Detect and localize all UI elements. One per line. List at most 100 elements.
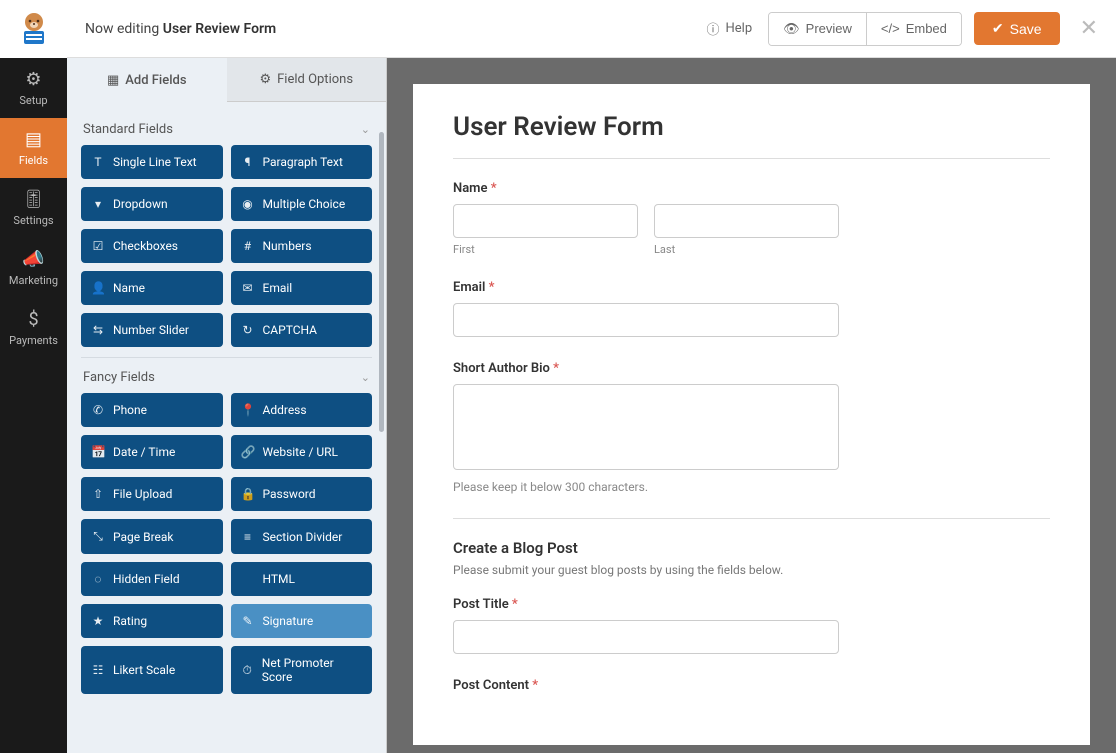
save-button[interactable]: ✔ Save	[974, 12, 1060, 45]
field-post-title[interactable]: Post Title *	[453, 597, 1050, 654]
field-type-date-time[interactable]: 📅Date / Time	[81, 435, 223, 469]
field-type-hidden-field[interactable]: ◌Hidden Field	[81, 562, 223, 596]
help-icon: ⓘ	[706, 19, 719, 38]
input-last-name[interactable]	[654, 204, 839, 238]
field-icon: ≡	[241, 530, 255, 544]
left-nav-rail: ⚙Setup▤Fields🎚Settings📣Marketing$Payment…	[0, 0, 67, 753]
field-icon: ⇧	[91, 487, 105, 501]
rail-setup[interactable]: ⚙Setup	[0, 58, 67, 118]
field-type-address[interactable]: 📍Address	[231, 393, 373, 427]
field-icon: ★	[91, 614, 105, 628]
field-icon: ▾	[91, 197, 105, 211]
input-bio[interactable]	[453, 384, 839, 470]
section-header[interactable]: Fancy Fields⌄	[81, 358, 372, 393]
field-type-name[interactable]: 👤Name	[81, 271, 223, 305]
bullhorn-icon: 📣	[22, 249, 44, 270]
field-post-content[interactable]: Post Content *	[453, 678, 1050, 693]
field-name[interactable]: Name * First Last	[453, 181, 1050, 256]
field-icon: ↻	[241, 323, 255, 337]
help-link[interactable]: ⓘ Help	[706, 19, 752, 38]
field-icon: ¶	[241, 155, 255, 169]
field-type-signature[interactable]: ✎Signature	[231, 604, 373, 638]
field-icon: 📅	[91, 445, 105, 459]
form-title: User Review Form	[453, 112, 1050, 159]
code-icon: </>	[881, 21, 900, 36]
section-desc: Please submit your guest blog posts by u…	[453, 563, 1050, 577]
sublabel-last: Last	[654, 243, 839, 256]
gear-icon: ⚙	[25, 69, 41, 90]
sliders-icon: ⚙	[259, 72, 271, 87]
field-icon: ⇆	[91, 323, 105, 337]
rail-marketing[interactable]: 📣Marketing	[0, 238, 67, 298]
tab-add-fields[interactable]: ▦ Add Fields	[67, 58, 227, 102]
field-type-likert-scale[interactable]: ☷Likert Scale	[81, 646, 223, 694]
input-email[interactable]	[453, 303, 839, 337]
field-icon: 📍	[241, 403, 255, 417]
eye-icon: 👁	[783, 21, 800, 37]
field-type-captcha[interactable]: ↻CAPTCHA	[231, 313, 373, 347]
field-type-multiple-choice[interactable]: ◉Multiple Choice	[231, 187, 373, 221]
field-type-number-slider[interactable]: ⇆Number Slider	[81, 313, 223, 347]
editing-label: Now editing User Review Form	[85, 21, 276, 37]
field-type-checkboxes[interactable]: ☑Checkboxes	[81, 229, 223, 263]
logo	[0, 0, 67, 58]
field-icon: 👤	[91, 281, 105, 295]
input-first-name[interactable]	[453, 204, 638, 238]
preview-embed-group: 👁 Preview </> Embed	[768, 12, 962, 46]
input-post-title[interactable]	[453, 620, 839, 654]
embed-button[interactable]: </> Embed	[866, 13, 961, 45]
field-type-net-promoter-score[interactable]: ⏱Net Promoter Score	[231, 646, 373, 694]
section-create-blog[interactable]: Create a Blog Post Please submit your gu…	[453, 518, 1050, 577]
rail-settings[interactable]: 🎚Settings	[0, 178, 67, 238]
field-type-html[interactable]: HTML	[231, 562, 373, 596]
field-type-numbers[interactable]: #Numbers	[231, 229, 373, 263]
close-button[interactable]: ✕	[1080, 16, 1098, 41]
field-bio[interactable]: Short Author Bio * Please keep it below …	[453, 361, 1050, 494]
section-title: Create a Blog Post	[453, 539, 1050, 557]
brand-logo-icon	[16, 11, 52, 47]
field-type-file-upload[interactable]: ⇧File Upload	[81, 477, 223, 511]
form-canvas: User Review Form Name * First Last	[413, 84, 1090, 745]
field-type-website-url[interactable]: 🔗Website / URL	[231, 435, 373, 469]
grid-icon: ▦	[107, 73, 119, 88]
field-icon: 🔒	[241, 487, 255, 501]
field-type-phone[interactable]: ✆Phone	[81, 393, 223, 427]
field-type-section-divider[interactable]: ≡Section Divider	[231, 519, 373, 554]
panel-scrollbar[interactable]	[378, 102, 386, 753]
field-icon: ◉	[241, 197, 255, 211]
field-type-page-break[interactable]: ⤡Page Break	[81, 519, 223, 554]
list-icon: ▤	[25, 129, 42, 150]
field-icon: ⤡	[91, 529, 105, 544]
field-icon: #	[241, 239, 255, 253]
field-icon: ✆	[91, 403, 105, 417]
field-type-password[interactable]: 🔒Password	[231, 477, 373, 511]
bio-help: Please keep it below 300 characters.	[453, 480, 1050, 494]
field-icon: ☷	[91, 663, 105, 677]
field-icon: ✎	[241, 614, 255, 628]
sliders-icon: 🎚	[22, 189, 45, 210]
rail-fields[interactable]: ▤Fields	[0, 118, 67, 178]
preview-button[interactable]: 👁 Preview	[769, 13, 866, 45]
field-icon: ✉	[241, 281, 255, 295]
field-type-email[interactable]: ✉Email	[231, 271, 373, 305]
field-type-paragraph-text[interactable]: ¶Paragraph Text	[231, 145, 373, 179]
sublabel-first: First	[453, 243, 638, 256]
chevron-down-icon: ⌄	[361, 123, 370, 136]
fields-panel: ▦ Add Fields ⚙ Field Options Standard Fi…	[67, 58, 387, 753]
dollar-icon: $	[28, 309, 38, 330]
chevron-down-icon: ⌄	[361, 371, 370, 384]
field-icon: 🔗	[241, 445, 255, 459]
field-icon: ☑	[91, 239, 105, 253]
field-icon: ◌	[91, 572, 105, 586]
check-icon: ✔	[992, 20, 1004, 37]
field-email[interactable]: Email *	[453, 280, 1050, 337]
form-canvas-wrap[interactable]: User Review Form Name * First Last	[387, 58, 1116, 753]
field-type-rating[interactable]: ★Rating	[81, 604, 223, 638]
section-header[interactable]: Standard Fields⌄	[81, 110, 372, 145]
field-type-single-line-text[interactable]: TSingle Line Text	[81, 145, 223, 179]
field-type-dropdown[interactable]: ▾Dropdown	[81, 187, 223, 221]
form-name: User Review Form	[163, 21, 276, 37]
rail-payments[interactable]: $Payments	[0, 298, 67, 358]
tab-field-options[interactable]: ⚙ Field Options	[227, 58, 387, 102]
field-icon: T	[91, 155, 105, 169]
